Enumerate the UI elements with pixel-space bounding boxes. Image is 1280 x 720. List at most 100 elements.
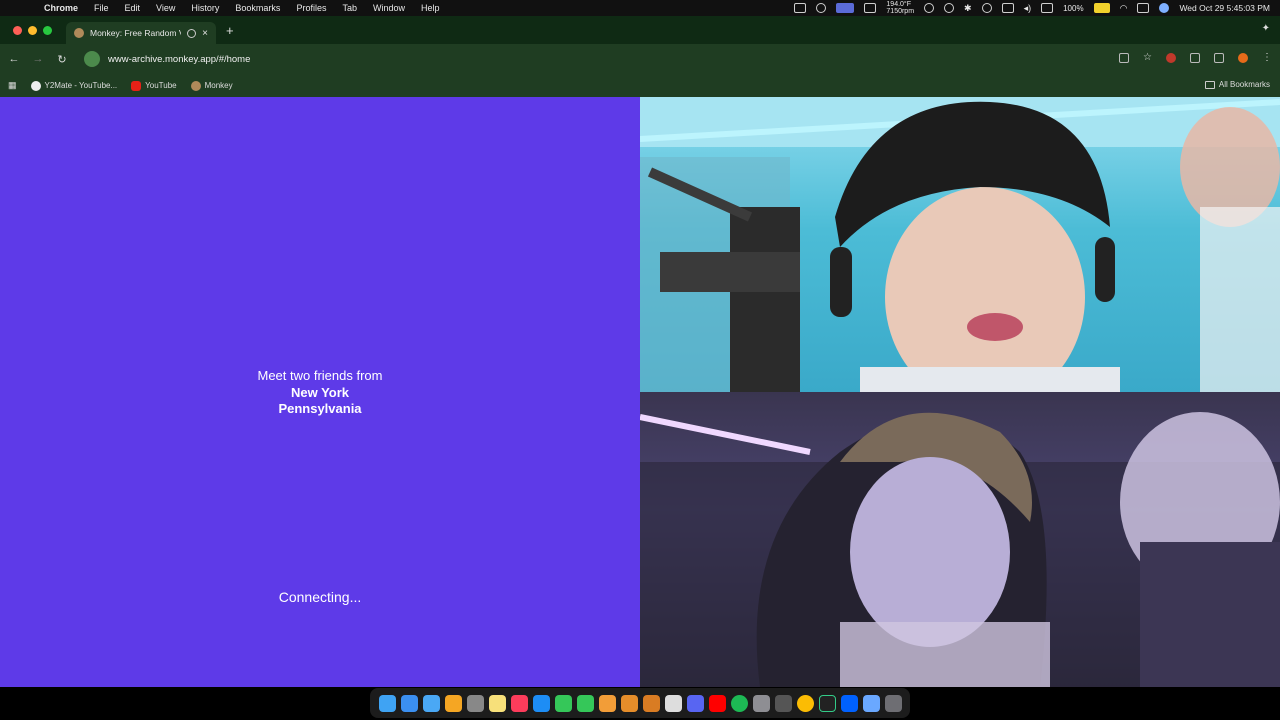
dropbox-icon[interactable] (864, 3, 877, 13)
menu-app-name[interactable]: Chrome (36, 3, 86, 13)
bookmark-label: Y2Mate - YouTube... (44, 81, 118, 90)
window-controls (13, 25, 52, 35)
youtube-icon[interactable] (708, 694, 726, 712)
menu-view[interactable]: View (148, 3, 183, 13)
url-text[interactable]: www-archive.monkey.app/#/home (108, 54, 250, 65)
battery-percent[interactable]: 100% (1063, 4, 1083, 13)
audio-app-icon[interactable] (818, 694, 836, 712)
bookmark-label: Monkey (204, 81, 233, 90)
clock[interactable]: Wed Oct 29 5:45:03 PM (1179, 3, 1270, 13)
extension-icon[interactable] (1166, 52, 1176, 63)
menu-window[interactable]: Window (365, 3, 413, 13)
new-tab-button[interactable]: + (226, 23, 234, 38)
calculator-icon[interactable] (466, 694, 484, 712)
fl-studio-icon[interactable] (620, 694, 638, 712)
y2mate-favicon-icon (30, 80, 41, 91)
recording-icon (187, 28, 197, 38)
all-bookmarks[interactable]: All Bookmarks (1204, 80, 1270, 89)
trash-icon[interactable] (884, 694, 902, 712)
wifi-icon[interactable]: ◠ (1120, 3, 1128, 14)
video-frame-bottom (640, 412, 1280, 687)
zoom-window-button[interactable] (43, 25, 52, 35)
close-tab-icon[interactable]: × (202, 28, 208, 39)
youtube-favicon-icon (131, 80, 142, 91)
menu-edit[interactable]: Edit (117, 3, 149, 13)
menu-file[interactable]: File (86, 3, 117, 13)
facetime-icon[interactable] (554, 694, 572, 712)
menu-tab[interactable]: Tab (334, 3, 365, 13)
video-feed-bottom (640, 392, 1280, 687)
menu-history[interactable]: History (183, 3, 227, 13)
monkey-favicon-icon (190, 80, 201, 91)
activity-icon[interactable] (774, 694, 792, 712)
reload-icon[interactable]: ↻ (50, 53, 74, 66)
profile-avatar-icon[interactable] (1238, 52, 1248, 63)
ableton-live-icon[interactable] (664, 694, 682, 712)
location-1: New York (290, 384, 350, 400)
shield-extension-icon[interactable] (1190, 52, 1200, 63)
weather-rpm: 7150rpm (886, 8, 915, 15)
menu-profiles[interactable]: Profiles (288, 3, 334, 13)
bookmark-monkey[interactable]: Monkey (190, 80, 233, 91)
photos-icon[interactable] (444, 694, 462, 712)
menu-help[interactable]: Help (413, 3, 448, 13)
notes-icon[interactable] (488, 694, 506, 712)
gemini-icon[interactable]: ✦ (1262, 23, 1270, 34)
weather-readout[interactable]: 194.0°F 7150rpm (886, 1, 914, 15)
fl-studio-icon[interactable] (642, 694, 660, 712)
menu-bookmarks[interactable]: Bookmarks (227, 3, 288, 13)
tab-strip: Monkey: Free Random Vi × + ✦ (0, 16, 1280, 44)
volume-icon[interactable]: ◂) (1024, 3, 1032, 14)
airdrop-icon[interactable] (944, 3, 955, 13)
system-settings-icon[interactable] (752, 694, 770, 712)
status-icon[interactable] (816, 3, 827, 13)
back-icon[interactable]: ← (2, 53, 26, 65)
close-window-button[interactable] (13, 25, 22, 35)
all-bookmarks-label: All Bookmarks (1218, 80, 1270, 89)
mail-icon[interactable] (422, 694, 440, 712)
match-info: Meet two friends from New York Pennsylva… (0, 368, 640, 418)
extensions-puzzle-icon[interactable] (1214, 52, 1224, 63)
status-icon[interactable] (924, 3, 935, 13)
tab-monkey[interactable]: Monkey: Free Random Vi × (66, 22, 216, 44)
fl-studio-icon[interactable] (598, 694, 616, 712)
more-menu-icon[interactable]: ⋮ (1262, 52, 1272, 63)
address-bar[interactable]: www-archive.monkey.app/#/home (80, 48, 1140, 70)
finder-icon[interactable] (378, 694, 396, 712)
video-frame-top (640, 97, 1280, 392)
play-icon[interactable] (981, 3, 992, 13)
battery-icon[interactable] (1093, 3, 1110, 13)
apps-grid-icon[interactable]: ▦ (8, 80, 17, 91)
safari-icon[interactable] (400, 694, 418, 712)
music-icon[interactable] (510, 694, 528, 712)
browser-toolbar: ← → ↻ www-archive.monkey.app/#/home ☆ ⋮ (0, 44, 1280, 74)
bookmark-youtube[interactable]: YouTube (131, 80, 177, 91)
match-status-panel: Meet two friends from New York Pennsylva… (0, 97, 640, 687)
messages-icon[interactable] (576, 694, 594, 712)
bluetooth-icon[interactable]: ✱ (964, 3, 972, 14)
site-info-icon[interactable] (84, 51, 100, 67)
display-icon[interactable] (1041, 3, 1054, 13)
spotify-icon[interactable] (730, 694, 748, 712)
app-store-icon[interactable] (532, 694, 550, 712)
control-center-icon[interactable] (1137, 3, 1150, 13)
chrome-icon[interactable] (796, 694, 814, 712)
bookmark-star-icon[interactable]: ☆ (1143, 52, 1152, 63)
bookmark-y2mate[interactable]: Y2Mate - YouTube... (30, 80, 118, 91)
bookmark-label: YouTube (145, 81, 177, 90)
downloads-icon[interactable] (862, 694, 880, 712)
macos-menu-bar: Chrome File Edit View History Bookmarks … (0, 0, 1280, 16)
siri-icon[interactable] (1159, 3, 1170, 13)
minimize-window-button[interactable] (28, 25, 37, 35)
forward-icon[interactable]: → (26, 53, 50, 65)
monkey-favicon-icon (74, 28, 84, 38)
hidden-eye-icon[interactable] (1119, 52, 1130, 63)
tab-title: Monkey: Free Random Vi (90, 28, 182, 38)
dropbox-icon[interactable] (840, 694, 858, 712)
video-feed-top (640, 97, 1280, 392)
window-icon[interactable] (1001, 3, 1014, 13)
discord-icon[interactable] (686, 694, 704, 712)
screen-share-icon[interactable] (836, 3, 855, 13)
status-icon[interactable] (794, 3, 807, 13)
dock-tray (370, 688, 910, 718)
